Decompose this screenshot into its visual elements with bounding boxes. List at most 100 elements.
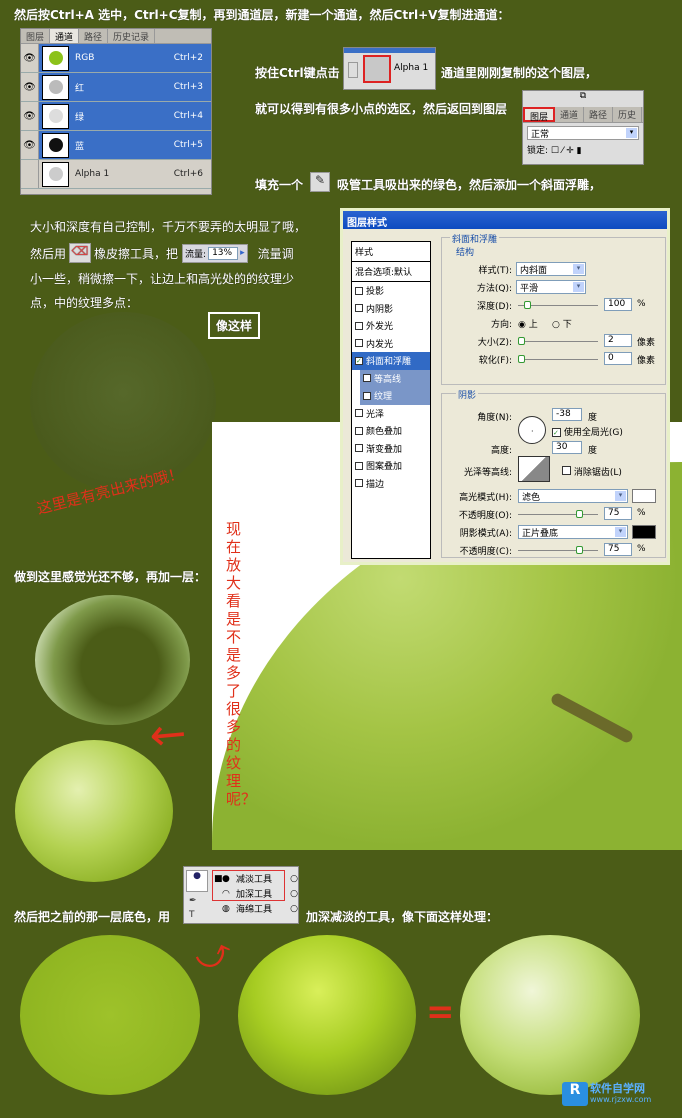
tool-menu-item[interactable]: ◍ 海绵工具 ○: [214, 901, 298, 916]
effect-item[interactable]: 外发光: [352, 317, 430, 335]
highlight-mode-select[interactable]: 滤色 ▾: [518, 489, 628, 503]
effect-item[interactable]: 渐变叠加: [352, 440, 430, 458]
tab-layers-highlight[interactable]: 图层: [523, 107, 556, 123]
bevel-section-title: 斜面和浮雕: [450, 232, 500, 245]
channel-row[interactable]: Alpha 1 Ctrl+6: [21, 160, 211, 189]
tab-layers[interactable]: 图层: [21, 29, 51, 43]
para-l2a: 然后用: [30, 246, 67, 261]
channel-row[interactable]: 👁 红 Ctrl+3: [21, 73, 211, 102]
equals-sign: =: [426, 992, 455, 1032]
effect-item[interactable]: 图案叠加: [352, 457, 430, 475]
direction-up-radio[interactable]: ◉ 上: [518, 317, 538, 330]
angle-dial[interactable]: ·: [518, 416, 546, 444]
effect-label: 内发光: [366, 339, 394, 350]
effect-label: 投影: [366, 287, 385, 298]
effect-label: 渐变叠加: [366, 444, 403, 455]
channel-row[interactable]: 👁 蓝 Ctrl+5: [21, 131, 211, 160]
depth-slider[interactable]: [518, 301, 598, 309]
alpha-thumbnail[interactable]: [363, 55, 391, 83]
effect-checkbox[interactable]: [355, 426, 363, 435]
panel-icon: ⧉: [579, 91, 587, 101]
size-slider[interactable]: [518, 337, 598, 345]
effect-item[interactable]: 内发光: [352, 335, 430, 353]
eye-icon[interactable]: 👁: [21, 131, 39, 159]
shadow-color-swatch[interactable]: [632, 525, 656, 539]
visibility-toggle[interactable]: [21, 160, 39, 188]
effect-item[interactable]: 纹理: [360, 387, 430, 405]
shadow-opacity-input[interactable]: 75: [604, 543, 632, 556]
effect-checkbox[interactable]: [355, 461, 363, 470]
direction-down-radio[interactable]: ○ 下: [552, 317, 572, 330]
effect-checkbox[interactable]: [355, 479, 363, 488]
highlight-opacity-slider[interactable]: [518, 510, 598, 518]
effect-item[interactable]: 描边: [352, 475, 430, 493]
altitude-unit: 度: [588, 446, 598, 456]
effect-item[interactable]: 光泽: [352, 405, 430, 423]
global-light-checkbox[interactable]: ✓ 使用全局光(G): [552, 425, 623, 438]
channel-shortcut: Ctrl+4: [173, 111, 203, 121]
channel-row[interactable]: 👁 绿 Ctrl+4: [21, 102, 211, 131]
apple-stage-2: [238, 935, 416, 1095]
effect-item[interactable]: 颜色叠加: [352, 422, 430, 440]
para-l2b: 橡皮擦工具，把: [94, 246, 179, 261]
effect-checkbox[interactable]: [355, 444, 363, 453]
eye-icon[interactable]: 👁: [21, 73, 39, 101]
blend-mode-select[interactable]: 正常 ▾: [527, 126, 639, 140]
handwritten-note-texture: 现在放大看是不是多了很多的纹理呢？: [226, 520, 257, 808]
tool-label: 海绵工具: [236, 905, 273, 915]
tool-menu-item[interactable]: ■ ● 减淡工具 ○: [214, 871, 298, 886]
style-value: 内斜面: [520, 266, 548, 276]
dodge-tool-icon[interactable]: ●: [186, 870, 208, 892]
styles-header[interactable]: 样式: [352, 242, 430, 262]
shadow-opacity-slider[interactable]: [518, 546, 598, 554]
effect-checkbox[interactable]: [363, 374, 371, 383]
highlight-opacity-input[interactable]: 75: [604, 507, 632, 520]
effect-checkbox[interactable]: [355, 339, 363, 348]
effect-checkbox[interactable]: [355, 409, 363, 418]
effect-checkbox[interactable]: [355, 286, 363, 295]
lock-icons[interactable]: ☐ ⁄ ✛ ▮: [551, 146, 582, 156]
effect-checkbox[interactable]: [355, 304, 363, 313]
effect-item[interactable]: ✓ 斜面和浮雕: [352, 352, 430, 370]
angle-input[interactable]: -38: [552, 408, 582, 421]
tool-menu-item[interactable]: ◠ 加深工具 ○: [214, 886, 298, 901]
step3-text: 就可以得到有很多小点的选区，然后返回到图层: [255, 102, 508, 116]
depth-input[interactable]: 100: [604, 298, 632, 311]
tab-channels[interactable]: 通道: [50, 29, 80, 43]
tab-paths[interactable]: 路径: [584, 107, 614, 122]
effect-item[interactable]: 内阴影: [352, 300, 430, 318]
altitude-input[interactable]: 30: [552, 441, 582, 454]
channel-row[interactable]: 👁 RGB Ctrl+2: [21, 44, 211, 73]
style-select[interactable]: 内斜面 ▾: [516, 262, 586, 276]
technique-select[interactable]: 平滑 ▾: [516, 280, 586, 294]
step2a-text: 按住Ctrl键点击: [255, 66, 340, 80]
effect-label: 纹理: [374, 392, 393, 403]
antialias-checkbox[interactable]: 消除锯齿(L): [562, 465, 622, 478]
size-input[interactable]: 2: [604, 334, 632, 347]
effect-checkbox[interactable]: [355, 321, 363, 330]
soften-slider[interactable]: [518, 355, 598, 363]
highlight-color-swatch[interactable]: [632, 489, 656, 503]
flow-input[interactable]: 13%: [208, 246, 239, 260]
eye-icon[interactable]: 👁: [21, 102, 39, 130]
gloss-contour-picker[interactable]: [518, 456, 550, 482]
effect-checkbox[interactable]: [363, 391, 371, 400]
type-tool-icon[interactable]: T: [189, 909, 195, 921]
chevron-down-icon: ▾: [573, 282, 584, 292]
tab-history[interactable]: 历史: [613, 107, 643, 122]
apple-final: [460, 935, 640, 1095]
tab-channels[interactable]: 通道: [555, 107, 585, 122]
flow-arrow-icon[interactable]: ▸: [240, 248, 245, 258]
channel-shortcut: Ctrl+6: [173, 169, 203, 179]
effect-item[interactable]: 投影: [352, 282, 430, 300]
flow-control[interactable]: 流量: 13% ▸: [182, 243, 248, 263]
pen-tool-icon[interactable]: ✒: [189, 895, 197, 907]
effect-item[interactable]: 等高线: [360, 369, 430, 387]
effect-checkbox[interactable]: ✓: [355, 356, 363, 365]
tab-history[interactable]: 历史记录: [108, 29, 156, 43]
blending-options[interactable]: 混合选项:默认: [352, 262, 430, 282]
soften-input[interactable]: 0: [604, 352, 632, 365]
eye-icon[interactable]: 👁: [21, 44, 39, 72]
shadow-mode-select[interactable]: 正片叠底 ▾: [518, 525, 628, 539]
tab-paths[interactable]: 路径: [79, 29, 109, 43]
